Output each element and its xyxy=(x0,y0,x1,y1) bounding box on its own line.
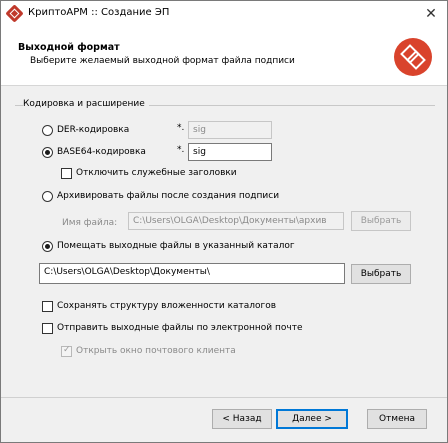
der-ext-prefix: *. xyxy=(177,123,185,133)
close-button[interactable]: ✕ xyxy=(419,3,443,25)
keep-structure-checkbox[interactable] xyxy=(42,301,53,312)
send-email-label: Отправить выходные файлы по электронной … xyxy=(57,323,303,333)
archive-radio[interactable] xyxy=(42,191,53,202)
page-subtitle: Выберите желаемый выходной формат файла … xyxy=(30,56,295,66)
output-dir-label: Помещать выходные файлы в указанный ката… xyxy=(57,241,295,251)
app-icon xyxy=(5,4,24,23)
der-ext-field[interactable]: sig xyxy=(188,121,272,139)
disable-headers-label: Отключить служебные заголовки xyxy=(76,168,237,178)
output-dir-path-field[interactable]: C:\Users\OLGA\Desktop\Документы\ xyxy=(39,263,345,284)
archive-browse-button[interactable]: Выбрать xyxy=(351,211,411,231)
keep-structure-label: Сохранять структуру вложенности каталого… xyxy=(57,301,277,311)
page-title: Выходной формат xyxy=(18,42,120,53)
archive-file-field[interactable]: C:\Users\OLGA\Desktop\Документы\архив xyxy=(128,212,344,230)
wizard-header: Выходной формат Выберите желаемый выходн… xyxy=(1,27,447,86)
footer-divider xyxy=(1,397,447,398)
open-mail-client-label: Открыть окно почтового клиента xyxy=(76,346,236,356)
cancel-button[interactable]: Отмена xyxy=(367,409,427,429)
output-dir-browse-button[interactable]: Выбрать xyxy=(351,264,411,284)
encoding-group-label: Кодировка и расширение xyxy=(23,99,149,109)
cryptoarm-logo-icon xyxy=(394,38,432,76)
base64-ext-field[interactable]: sig xyxy=(188,143,272,161)
der-radio[interactable] xyxy=(42,125,53,136)
der-label: DER-кодировка xyxy=(57,125,130,135)
base64-label: BASE64-кодировка xyxy=(57,147,146,157)
back-button[interactable]: < Назад xyxy=(212,409,272,429)
send-email-checkbox[interactable] xyxy=(42,323,53,334)
archive-label: Архивировать файлы после создания подпис… xyxy=(57,191,280,201)
output-dir-radio[interactable] xyxy=(42,241,53,252)
disable-headers-checkbox[interactable] xyxy=(61,168,72,179)
dialog-window: КриптоАРМ :: Создание ЭП ✕ Выходной форм… xyxy=(0,0,448,443)
archive-file-label: Имя файла: xyxy=(62,218,118,228)
base64-ext-prefix: *. xyxy=(177,145,185,155)
window-title: КриптоАРМ :: Создание ЭП xyxy=(28,7,170,18)
open-mail-client-checkbox[interactable] xyxy=(61,345,72,357)
next-button[interactable]: Далее > xyxy=(276,409,348,429)
base64-radio[interactable] xyxy=(42,147,53,158)
title-bar: КриптоАРМ :: Создание ЭП ✕ xyxy=(1,1,447,27)
